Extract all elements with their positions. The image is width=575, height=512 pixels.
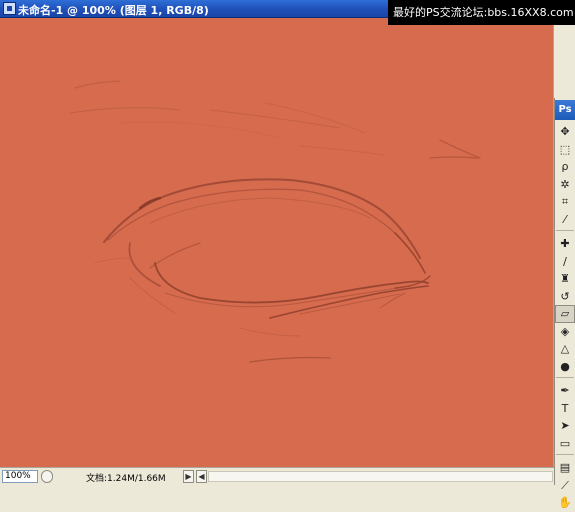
lasso-tool-icon[interactable]: ρ — [555, 158, 575, 176]
dodge-tool-icon[interactable]: ● — [555, 358, 575, 376]
eraser-tool-icon[interactable]: ▱ — [555, 305, 575, 323]
crop-tool-icon[interactable]: ⌗ — [555, 193, 575, 211]
healing-brush-tool-icon[interactable]: ✚ — [555, 235, 575, 253]
photoshop-document-icon[interactable] — [3, 2, 16, 15]
document-canvas[interactable] — [0, 18, 553, 467]
shape-tool-icon[interactable]: ▭ — [555, 435, 575, 453]
brush-tool-icon[interactable]: ∕ — [555, 253, 575, 271]
notes-tool-icon[interactable]: ▤ — [555, 459, 575, 477]
document-size-info: 文档:1.24M/1.66M — [86, 474, 166, 484]
slice-tool-icon[interactable]: ⁄ — [555, 211, 575, 229]
marquee-tool-icon[interactable]: ⬚ — [555, 141, 575, 159]
move-tool-icon[interactable]: ✥ — [555, 123, 575, 141]
eyedropper-tool-icon[interactable]: ⟋ — [555, 477, 575, 495]
tools-panel: Ps ✥ ⬚ ρ ✲ ⌗ ⁄ ✚ ∕ ♜ ↺ ▱ ◈ △ ● ✒ T ➤ ▭ ▤ ⟋ ✋ — [554, 98, 575, 509]
horizontal-scrollbar[interactable] — [208, 471, 553, 482]
eye-sketch-strokes — [69, 80, 481, 363]
photoshop-logo[interactable]: Ps — [555, 100, 575, 120]
document-title: 未命名-1 @ 100% (图层 1, RGB/8) — [18, 4, 209, 17]
status-info-menu-arrow-icon[interactable]: ▶ — [183, 470, 194, 483]
zoom-level-field[interactable]: 100% — [2, 470, 38, 483]
blur-tool-icon[interactable]: △ — [555, 340, 575, 358]
clone-stamp-tool-icon[interactable]: ♜ — [555, 270, 575, 288]
scroll-left-arrow-icon[interactable]: ◀ — [196, 470, 207, 483]
status-menu-button[interactable] — [41, 470, 53, 483]
type-tool-icon[interactable]: T — [555, 400, 575, 418]
forum-watermark-banner: 最好的PS交流论坛:bbs.16XX8.com — [388, 0, 575, 25]
paint-bucket-tool-icon[interactable]: ◈ — [555, 323, 575, 341]
status-bar: 100% 文档:1.24M/1.66M ▶ ◀ — [0, 467, 575, 485]
history-brush-tool-icon[interactable]: ↺ — [555, 288, 575, 306]
hand-tool-icon[interactable]: ✋ — [555, 494, 575, 512]
path-selection-tool-icon[interactable]: ➤ — [555, 417, 575, 435]
magic-wand-tool-icon[interactable]: ✲ — [555, 176, 575, 194]
pen-tool-icon[interactable]: ✒ — [555, 382, 575, 400]
